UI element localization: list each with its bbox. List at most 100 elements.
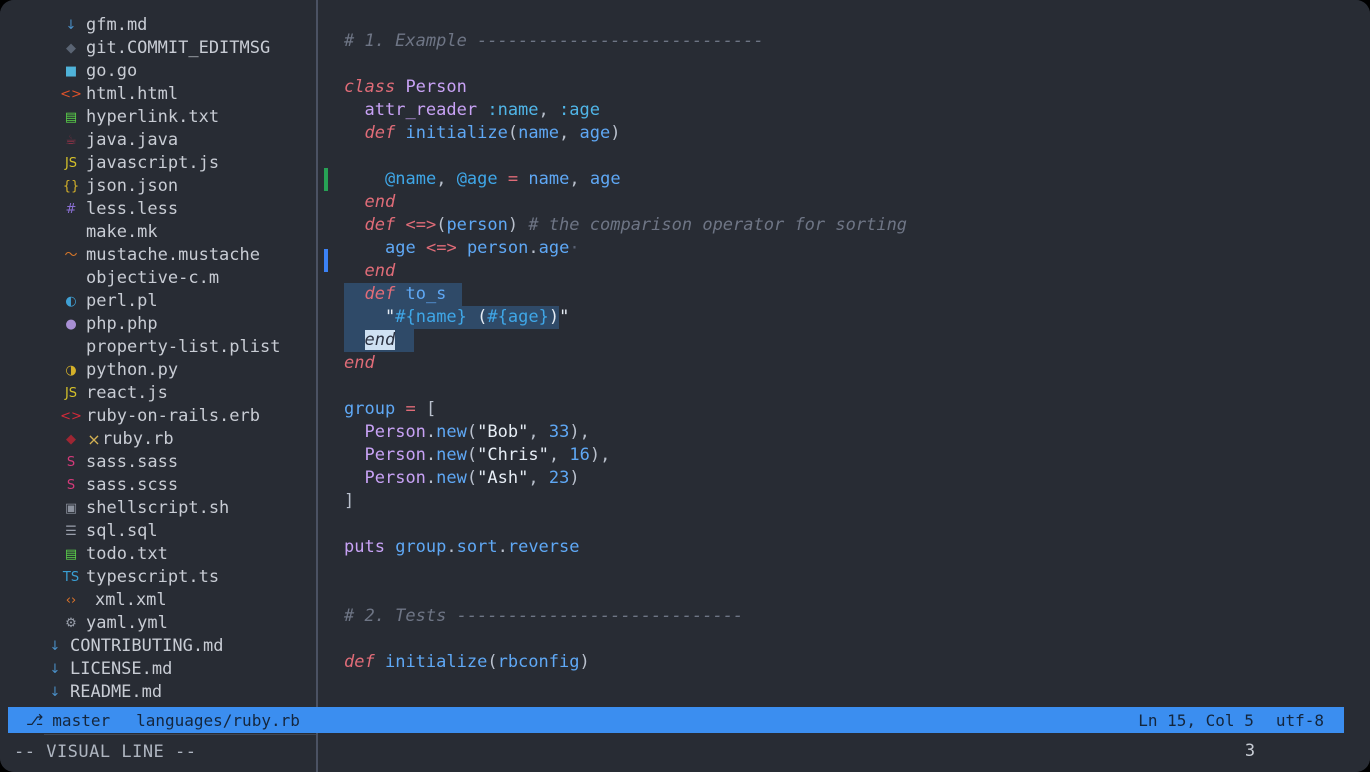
code-line[interactable]: def <=>(person) # the comparison operato…	[344, 214, 1370, 237]
status-bar[interactable]: ⎇ master languages/ruby.rb Ln 15, Col 5 …	[8, 707, 1344, 733]
code-line[interactable]: puts group.sort.reverse	[344, 536, 1370, 559]
code-line[interactable]: ]	[344, 490, 1370, 513]
file-tree-item-label: objective-c.m	[86, 268, 220, 288]
code-line[interactable]: def to_s	[344, 283, 1370, 306]
file-tree-item[interactable]: TS typescript.ts	[0, 566, 316, 589]
code-content[interactable]: # 1. Example ---------------------------…	[344, 30, 1370, 674]
file-tree-item[interactable]: ◑ python.py	[0, 359, 316, 382]
erb-icon: <>	[60, 409, 82, 424]
file-tree-item[interactable]: property-list.plist	[0, 336, 316, 359]
go-gopher-icon: ■	[64, 64, 78, 79]
selection-count-badge: 3	[1180, 734, 1320, 768]
file-tree-item[interactable]: Ssass.scss	[0, 474, 316, 497]
code-line[interactable]: Person.new("Bob", 33),	[344, 421, 1370, 444]
encoding-label[interactable]: utf-8	[1276, 711, 1324, 730]
file-tree-item[interactable]: ↓ CONTRIBUTING.md	[0, 635, 316, 658]
file-tree-item[interactable]: <> ruby-on-rails.erb	[0, 405, 316, 428]
code-line[interactable]	[344, 559, 1370, 582]
file-tree-item[interactable]: ↓ LICENSE.md	[0, 658, 316, 681]
file-tree-item[interactable]: ● php.php	[0, 313, 316, 336]
file-tree-item-label: README.md	[70, 682, 163, 702]
code-line[interactable]	[344, 582, 1370, 605]
file-path-label[interactable]: languages/ruby.rb	[136, 711, 300, 730]
file-tree-item[interactable]: ↓ gfm.md	[0, 14, 316, 37]
vim-mode-label: -- VISUAL LINE --	[14, 742, 197, 762]
sass-icon: S	[66, 478, 76, 493]
file-tree-item[interactable]: ☕ java.java	[0, 129, 316, 152]
file-tree-item-label: yaml.yml	[86, 613, 168, 633]
file-tree-panel[interactable]: ↓ gfm.md ◆ git.COMMIT_EDITMSG ■ go.go <> html.h…	[0, 0, 316, 772]
file-tree-item-label: react.js	[86, 383, 168, 403]
code-line[interactable]	[344, 513, 1370, 536]
file-tree-item[interactable]: JS javascript.js	[0, 152, 316, 175]
file-tree-item[interactable]: ◆ git.COMMIT_EDITMSG	[0, 37, 316, 60]
code-line[interactable]: group = [	[344, 398, 1370, 421]
file-tree-item-label: make.mk	[86, 222, 158, 242]
file-tree-item-label: java.java	[86, 130, 179, 150]
file-tree-item[interactable]: # less.less	[0, 198, 316, 221]
file-tree-item-label: property-list.plist	[86, 337, 281, 357]
git-icon: ◆	[66, 41, 76, 56]
file-tree-item-label: php.php	[86, 314, 158, 334]
terminal-icon: ▣	[64, 501, 78, 516]
code-line[interactable]: class Person	[344, 76, 1370, 99]
file-tree-item[interactable]: ■ go.go	[0, 60, 316, 83]
file-tree-item[interactable]: ▤ todo.txt	[0, 543, 316, 566]
cursor-position-label[interactable]: Ln 15, Col 5	[1138, 711, 1254, 730]
file-tree-item-label: less.less	[86, 199, 179, 219]
code-line[interactable]: # 2. Tests ----------------------------	[344, 605, 1370, 628]
code-line[interactable]	[344, 53, 1370, 76]
git-branch-icon: ⎇	[26, 711, 44, 729]
code-line[interactable]	[344, 375, 1370, 398]
file-tree-item[interactable]: ↓ README.md	[0, 681, 316, 704]
vim-mode-indicator: -- VISUAL LINE --	[8, 733, 316, 771]
git-branch-label[interactable]: master	[52, 711, 110, 730]
selection-count-value: 3	[1244, 741, 1256, 761]
gutter-added-marker	[324, 168, 328, 191]
file-tree-item[interactable]: ▣ shellscript.sh	[0, 497, 316, 520]
file-tree-item[interactable]: JS react.js	[0, 382, 316, 405]
file-tree-list[interactable]: ↓ gfm.md ◆ git.COMMIT_EDITMSG ■ go.go <> html.h…	[0, 14, 316, 704]
file-tree-item[interactable]: {} json.json	[0, 175, 316, 198]
code-line[interactable]: age <=> person.age·	[344, 237, 1370, 260]
code-line[interactable]: end	[344, 329, 1370, 352]
sass-icon: S	[66, 455, 76, 470]
file-tree-item[interactable]: Ssass.sass	[0, 451, 316, 474]
javascript-icon: JS	[64, 386, 78, 401]
file-tree-item[interactable]: ☰ sql.sql	[0, 520, 316, 543]
php-elephant-icon: ●	[65, 317, 77, 332]
code-line[interactable]: # 1. Example ---------------------------…	[344, 30, 1370, 53]
file-tree-item[interactable]: make.mk	[0, 221, 316, 244]
code-line[interactable]: "#{name} (#{age})"	[344, 306, 1370, 329]
file-tree-item[interactable]: objective-c.m	[0, 267, 316, 290]
code-line[interactable]	[344, 628, 1370, 651]
file-tree-item[interactable]: ‹› xml.xml	[0, 589, 316, 612]
file-tree-item[interactable]: ⚙ yaml.yml	[0, 612, 316, 635]
file-tree-item-label: xml.xml	[95, 590, 167, 610]
code-line[interactable]: @name, @age = name, age	[344, 168, 1370, 191]
code-line[interactable]: Person.new("Ash", 23)	[344, 467, 1370, 490]
file-tree-item-label: perl.pl	[86, 291, 158, 311]
file-tree-item-label: todo.txt	[86, 544, 168, 564]
markdown-icon: ↓	[49, 662, 61, 677]
markdown-icon: ↓	[65, 18, 77, 33]
code-line[interactable]: def initialize(name, age)	[344, 122, 1370, 145]
code-line[interactable]: Person.new("Chris", 16),	[344, 444, 1370, 467]
code-line[interactable]: attr_reader :name, :age	[344, 99, 1370, 122]
file-tree-item[interactable]: ◆ × ruby.rb	[0, 428, 316, 451]
code-line[interactable]: end	[344, 352, 1370, 375]
file-tree-item[interactable]: <> html.html	[0, 83, 316, 106]
code-editor[interactable]: # 1. Example ---------------------------…	[318, 0, 1370, 772]
file-tree-item[interactable]: 〜 mustache.mustache	[0, 244, 316, 267]
file-tree-item-label: shellscript.sh	[86, 498, 230, 518]
code-line[interactable]: end	[344, 260, 1370, 283]
less-icon: #	[65, 202, 77, 217]
code-line[interactable]: end	[344, 191, 1370, 214]
status-bar-right: Ln 15, Col 5 utf-8	[1138, 711, 1344, 730]
file-tree-item[interactable]: ▤ hyperlink.txt	[0, 106, 316, 129]
code-line[interactable]	[344, 145, 1370, 168]
code-line[interactable]: def initialize(rbconfig)	[344, 651, 1370, 674]
file-tree-item-label: gfm.md	[86, 15, 148, 35]
typescript-icon: TS	[62, 570, 80, 585]
file-tree-item[interactable]: ◐ perl.pl	[0, 290, 316, 313]
